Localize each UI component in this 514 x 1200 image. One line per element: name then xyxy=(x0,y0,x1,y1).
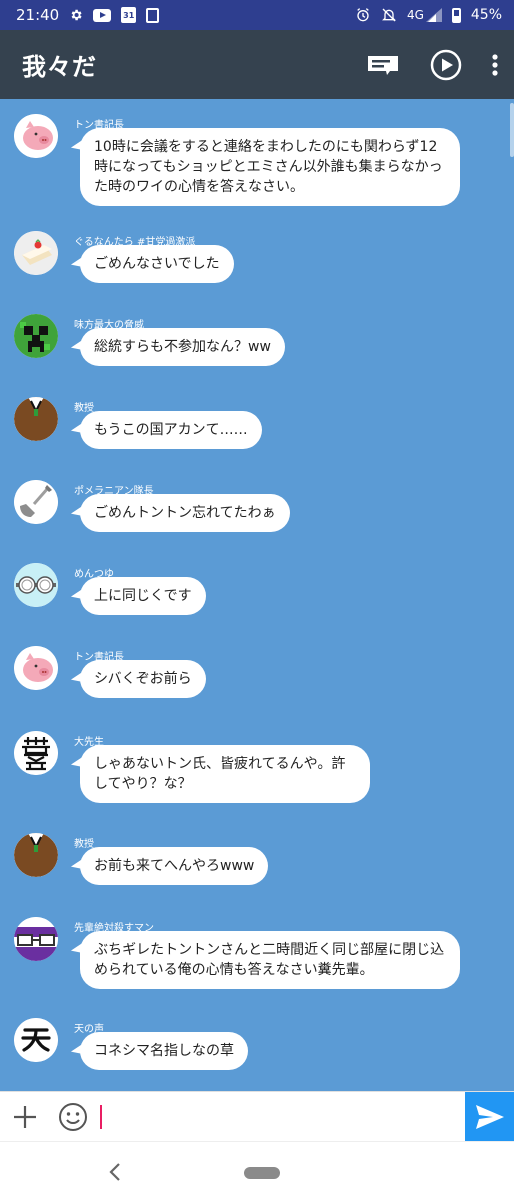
signal-icon xyxy=(425,8,442,22)
message-input[interactable] xyxy=(96,1092,465,1141)
more-button[interactable] xyxy=(492,53,498,76)
suit-avatar[interactable] xyxy=(14,833,58,877)
play-button[interactable] xyxy=(430,49,462,81)
shovel-avatar[interactable] xyxy=(14,480,58,524)
comment-icon xyxy=(368,55,398,75)
play-icon xyxy=(430,49,462,80)
battery-percent: 45% xyxy=(470,7,502,23)
page-title: 我々だ xyxy=(22,53,97,81)
calendar-icon: 31 xyxy=(121,7,137,23)
youtube-icon xyxy=(93,8,112,22)
send-button[interactable] xyxy=(465,1091,514,1142)
message-bubble[interactable]: 総統すらも不参加なん？ww xyxy=(80,328,285,366)
emoji-button[interactable] xyxy=(50,1092,96,1142)
gear-icon xyxy=(71,9,82,21)
emoji-icon xyxy=(59,1102,87,1131)
text-cursor xyxy=(100,1104,102,1129)
battery-icon xyxy=(451,7,461,23)
message-bubble[interactable]: 10時に会議をすると連絡をまわしたのにも関わらず12時になってもショッピとエミさ… xyxy=(80,128,460,206)
glasses-avatar[interactable] xyxy=(14,917,58,961)
status-time: 21:40 xyxy=(16,6,60,24)
plus-icon xyxy=(14,1105,36,1128)
chat-area[interactable]: トン書記長 10時に会議をすると連絡をまわしたのにも関わらず12時になってもショ… xyxy=(0,99,514,1091)
mute-icon xyxy=(381,8,396,22)
message-bubble[interactable]: コネシマ名指しなの草 xyxy=(80,1032,248,1070)
more-vert-icon xyxy=(492,53,498,76)
app-icon xyxy=(146,7,160,23)
creeper-avatar[interactable] xyxy=(14,314,58,358)
cake-avatar[interactable] xyxy=(14,231,58,275)
app-bar: 我々だ xyxy=(0,30,514,99)
message-input-bar xyxy=(0,1091,514,1142)
pig-avatar[interactable] xyxy=(14,114,58,158)
message-bubble[interactable]: ぶちギレたトントンさんと二時間近く同じ部屋に閉じ込められている俺の心情も答えなさ… xyxy=(80,931,460,989)
message-bubble[interactable]: シバくぞお前ら xyxy=(80,660,206,698)
home-icon[interactable] xyxy=(244,1167,280,1179)
send-icon xyxy=(475,1104,504,1129)
message-bubble[interactable]: 上に同じくです xyxy=(80,577,206,615)
suit-avatar[interactable] xyxy=(14,397,58,441)
message-bubble[interactable]: しゃあないトン氏、皆疲れてるんや。許してやり？な？ xyxy=(80,745,370,803)
message-bubble[interactable]: ごめんなさいでした xyxy=(80,245,234,283)
message-bubble[interactable]: もうこの国アカンて…… xyxy=(80,411,262,449)
add-button[interactable] xyxy=(0,1092,50,1142)
alarm-icon xyxy=(357,8,369,22)
back-button[interactable] xyxy=(108,1162,122,1186)
goggles-avatar[interactable] xyxy=(14,563,58,607)
message-bubble[interactable]: お前も来てへんやろwww xyxy=(80,847,269,885)
message-bubble[interactable]: ごめんトントン忘れてたわぁ xyxy=(80,494,290,532)
status-bar: 21:40 31 4G 45% xyxy=(0,0,514,30)
kanji-ten-avatar[interactable] xyxy=(14,1018,58,1062)
network-type: 4G xyxy=(406,8,424,22)
navigation-bar xyxy=(0,1141,514,1200)
pig-avatar[interactable] xyxy=(14,646,58,690)
scrollbar[interactable] xyxy=(510,103,514,157)
kanji-utsu-avatar[interactable] xyxy=(14,731,58,775)
back-icon xyxy=(109,1163,120,1181)
comment-button[interactable] xyxy=(366,54,400,76)
